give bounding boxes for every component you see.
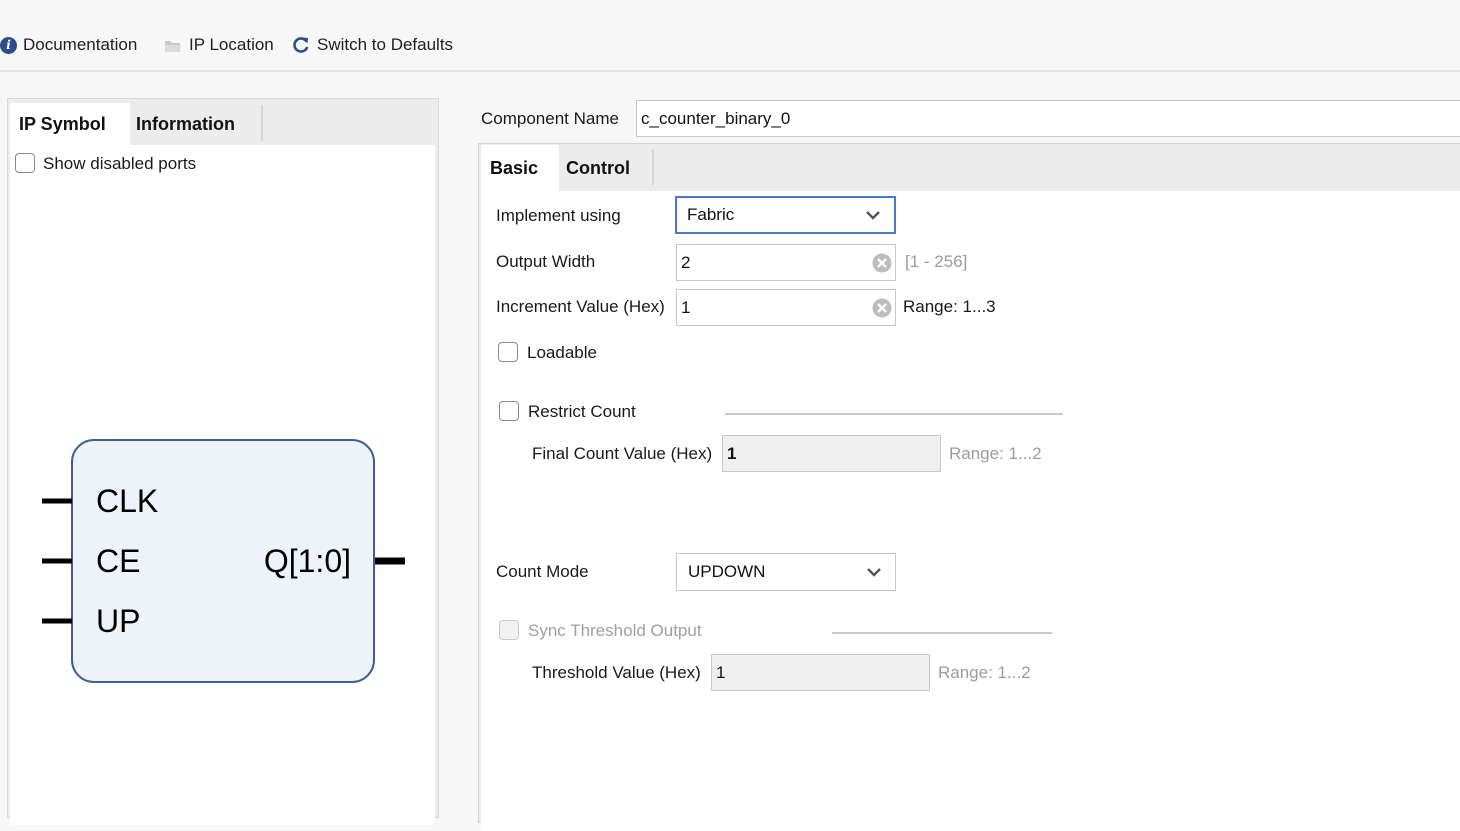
increment-value-range: Range: 1...3 <box>903 297 996 316</box>
implement-using-value: Fabric <box>687 205 735 224</box>
basic-tab-content <box>481 191 1460 831</box>
loadable-label: Loadable <box>527 343 597 362</box>
switch-to-defaults-button[interactable]: Switch to Defaults <box>292 33 453 57</box>
final-count-value-label: Final Count Value (Hex) <box>532 444 713 463</box>
tab-control-label: Control <box>566 157 630 178</box>
implement-using-select[interactable]: Fabric <box>675 196 896 234</box>
output-width-label: Output Width <box>496 252 596 271</box>
increment-value-value: 1 <box>681 297 691 317</box>
documentation-label: Documentation <box>23 35 138 54</box>
sync-threshold-output-checkbox[interactable] <box>499 620 519 640</box>
implement-using-label: Implement using <box>496 206 621 225</box>
clear-icon[interactable] <box>872 253 892 273</box>
tab-control[interactable]: Control <box>557 145 653 191</box>
count-mode-label: Count Mode <box>496 562 589 581</box>
port-label-q: Q[1:0] <box>264 543 351 579</box>
threshold-value-range: Range: 1...2 <box>938 663 1031 682</box>
tab-information-label: Information <box>136 113 235 134</box>
right-tab-bar: Basic Control <box>481 145 1460 191</box>
component-name-value: c_counter_binary_0 <box>641 108 791 128</box>
tab-ip-symbol[interactable]: IP Symbol <box>10 103 130 145</box>
info-icon: i <box>0 36 17 54</box>
configuration-panel: Basic Control <box>478 143 1460 831</box>
chevron-down-icon <box>867 568 881 577</box>
tab-divider <box>652 149 654 185</box>
threshold-value-value: 1 <box>716 662 726 682</box>
left-tab-bar: IP Symbol Information <box>10 103 435 145</box>
output-width-value: 2 <box>681 252 691 272</box>
toolbar: i Documentation IP Location Switch to De… <box>0 0 1460 72</box>
count-mode-select[interactable]: UPDOWN <box>676 553 896 591</box>
output-width-input[interactable]: 2 <box>676 244 896 281</box>
ip-symbol-panel: IP Symbol Information Show disabled port… <box>7 98 439 825</box>
tab-basic[interactable]: Basic <box>481 145 559 191</box>
ip-symbol-diagram: CLK CE UP Q[1:0] <box>42 439 405 683</box>
folder-icon <box>164 38 182 52</box>
documentation-button[interactable]: i Documentation <box>0 33 137 57</box>
threshold-value-input[interactable]: 1 <box>711 654 930 691</box>
tab-divider <box>261 105 263 141</box>
group-divider <box>725 413 1063 415</box>
component-name-input[interactable]: c_counter_binary_0 <box>636 100 1460 137</box>
port-label-up: UP <box>96 603 140 639</box>
increment-value-input[interactable]: 1 <box>676 289 896 326</box>
restrict-count-label: Restrict Count <box>528 402 636 421</box>
clear-icon[interactable] <box>872 298 892 318</box>
count-mode-value: UPDOWN <box>688 562 766 581</box>
increment-value-label: Increment Value (Hex) <box>496 297 665 316</box>
restrict-count-checkbox[interactable] <box>499 401 519 421</box>
tab-basic-label: Basic <box>490 157 539 178</box>
ip-location-label: IP Location <box>189 35 274 54</box>
chevron-down-icon <box>866 211 880 220</box>
group-divider <box>832 632 1052 634</box>
threshold-value-label: Threshold Value (Hex) <box>532 663 701 682</box>
final-count-value-input[interactable]: 1 <box>722 435 941 472</box>
refresh-icon <box>292 36 310 54</box>
final-count-value-range: Range: 1...2 <box>949 444 1042 463</box>
tab-ip-symbol-label: IP Symbol <box>19 113 106 134</box>
loadable-checkbox[interactable] <box>498 342 518 362</box>
ip-symbol-content: Show disabled ports CLK CE UP Q[1:0] <box>10 145 435 825</box>
component-name-label: Component Name <box>481 109 619 128</box>
ip-location-button[interactable]: IP Location <box>164 33 274 57</box>
port-label-ce: CE <box>96 543 140 579</box>
port-label-clk: CLK <box>96 483 158 519</box>
output-width-range: [1 - 256] <box>905 252 968 271</box>
final-count-value-value: 1 <box>727 443 737 463</box>
tab-information[interactable]: Information <box>127 103 260 145</box>
switch-to-defaults-label: Switch to Defaults <box>317 35 454 54</box>
sync-threshold-output-label: Sync Threshold Output <box>528 621 702 640</box>
